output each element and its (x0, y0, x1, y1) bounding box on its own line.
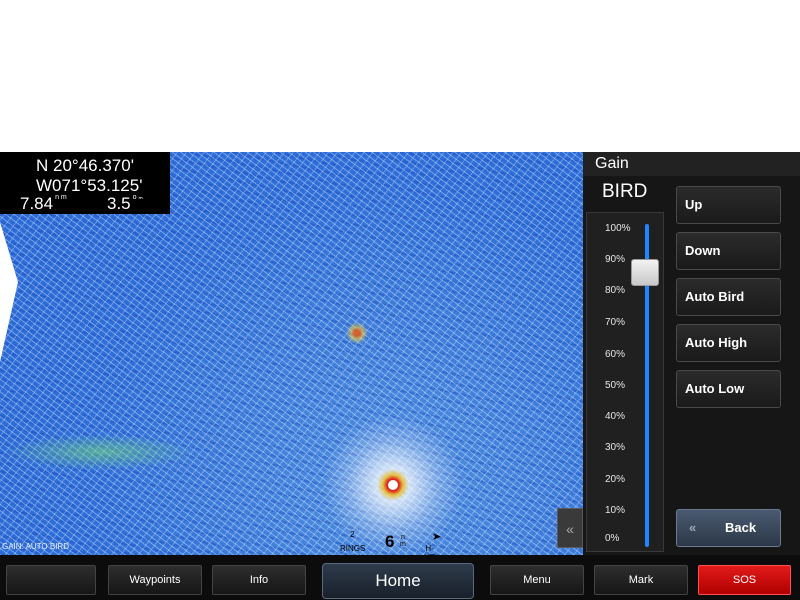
range-value: 6 (385, 532, 395, 551)
collapse-panel-button[interactable]: « (557, 508, 583, 548)
rings-label: RINGS (340, 544, 366, 553)
gain-mode-label: BIRD (602, 181, 648, 202)
back-label: Back (725, 520, 757, 535)
scale-label: 90% (605, 254, 626, 265)
distance-value: 7.84 (20, 194, 54, 213)
gain-down-button[interactable]: Down (676, 232, 781, 270)
scale-label: 40% (605, 411, 626, 422)
mark-button[interactable]: Mark (594, 565, 688, 595)
scale-label: 20% (605, 474, 626, 485)
scale-label: 30% (605, 442, 626, 453)
auto-bird-button[interactable]: Auto Bird (676, 278, 781, 316)
scale-label: 100% (605, 223, 631, 234)
radar-edge-mask (0, 222, 18, 362)
panel-title: Gain (583, 152, 800, 176)
back-button[interactable]: « Back (676, 509, 781, 547)
speed-readout: 3.5 o ₘ (107, 194, 143, 214)
position-readout: N 20°46.370' W071°53.125' 7.84 n m 3.5 o ₘ (0, 152, 170, 214)
scale-label: 80% (605, 285, 626, 296)
gain-up-button[interactable]: Up (676, 186, 781, 224)
menu-button[interactable]: Menu (490, 565, 584, 595)
speed-unit: o ₘ (132, 194, 143, 201)
gain-slider-handle[interactable] (631, 259, 659, 286)
radar-display[interactable]: N 20°46.370' W071°53.125' 7.84 n m 3.5 o ₘ… (0, 152, 583, 555)
auto-low-button[interactable]: Auto Low (676, 370, 781, 408)
scale-label: 50% (605, 380, 626, 391)
rings-count: 2 (350, 530, 355, 539)
scale-label: 70% (605, 317, 626, 328)
latitude-readout: N 20°46.370' (36, 156, 134, 175)
orientation-label: H-UP (424, 544, 435, 555)
scale-label: 60% (605, 349, 626, 360)
scale-label: 10% (605, 505, 626, 516)
speed-value: 3.5 (107, 194, 131, 213)
gain-panel: Gain BIRD 100% 90% 80% 70% 60% 50% 40% 3… (583, 152, 800, 555)
info-button[interactable]: Info (212, 565, 306, 595)
home-button[interactable]: Home (322, 563, 474, 599)
scale-label: 0% (605, 533, 620, 544)
blank-button[interactable] (6, 565, 96, 595)
auto-high-button[interactable]: Auto High (676, 324, 781, 362)
distance-readout: 7.84 n m (20, 194, 67, 214)
distance-unit: n m (55, 194, 67, 201)
sos-button[interactable]: SOS (698, 565, 791, 595)
waypoints-button[interactable]: Waypoints (108, 565, 202, 595)
longitude-readout: W071°53.125' (36, 176, 143, 195)
vessel-position-marker (388, 480, 398, 490)
range-unit: n m (400, 534, 406, 548)
chartplotter-screen: N 20°46.370' W071°53.125' 7.84 n m 3.5 o ₘ… (0, 152, 800, 600)
back-chevron-icon: « (689, 520, 697, 535)
north-arrow-icon: ➤ (432, 531, 442, 543)
bottom-button-bar: Waypoints Info Home Menu Mark SOS (0, 555, 800, 600)
gain-status-label: GAIN: AUTO BIRD (2, 542, 69, 551)
